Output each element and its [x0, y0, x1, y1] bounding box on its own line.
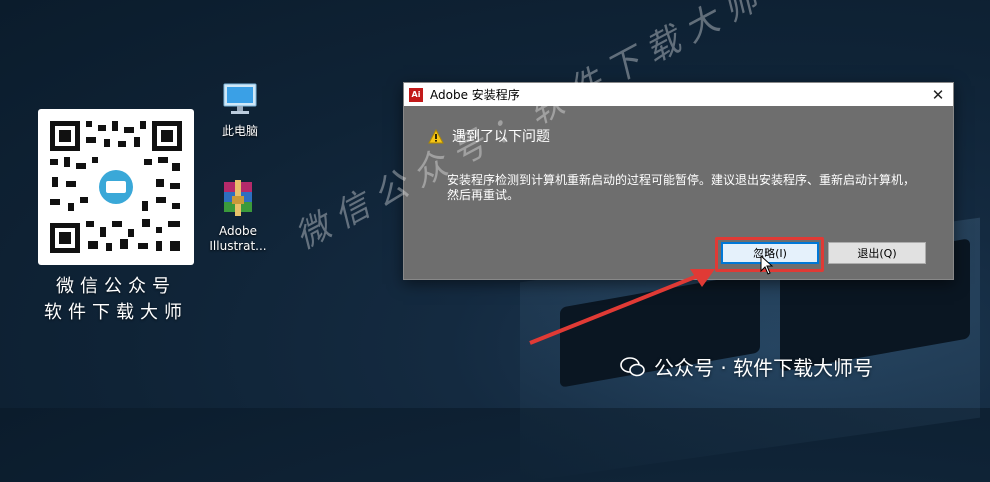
- winrar-archive-icon: [224, 180, 252, 216]
- exit-button[interactable]: 退出(Q): [828, 242, 926, 264]
- desktop-icon-label-line2: Illustrat...: [209, 239, 267, 253]
- mouse-cursor-icon: [760, 255, 774, 275]
- close-icon: ✕: [931, 85, 945, 104]
- bottom-watermark: 公众号 · 软件下载大师号: [620, 352, 873, 381]
- computer-icon: [223, 83, 257, 114]
- qr-code-icon: [46, 117, 186, 257]
- bottom-watermark-text: 公众号 · 软件下载大师号: [654, 356, 874, 380]
- wechat-icon: [620, 356, 645, 376]
- desktop-icon-adobe-illustrator[interactable]: Adobe Illustrat...: [198, 178, 278, 254]
- dialog-message: 安装程序检测到计算机重新启动的过程可能暂停。建议退出安装程序、重新启动计算机，然…: [447, 173, 916, 202]
- dialog-titlebar[interactable]: Ai Adobe 安装程序 ✕: [404, 83, 953, 106]
- qr-caption-line1: 微信公众号: [56, 276, 176, 297]
- adobe-app-icon: Ai: [409, 87, 423, 102]
- red-arrow-icon: [529, 269, 715, 345]
- qr-caption-line2: 软件下载大师: [44, 302, 188, 323]
- desktop-icon-label: 此电脑: [221, 124, 258, 138]
- qr-code: [38, 109, 194, 265]
- desktop-icon-this-pc[interactable]: 此电脑: [200, 82, 280, 139]
- desktop-icon-label-line1: Adobe: [219, 224, 257, 238]
- close-button[interactable]: ✕: [923, 83, 953, 106]
